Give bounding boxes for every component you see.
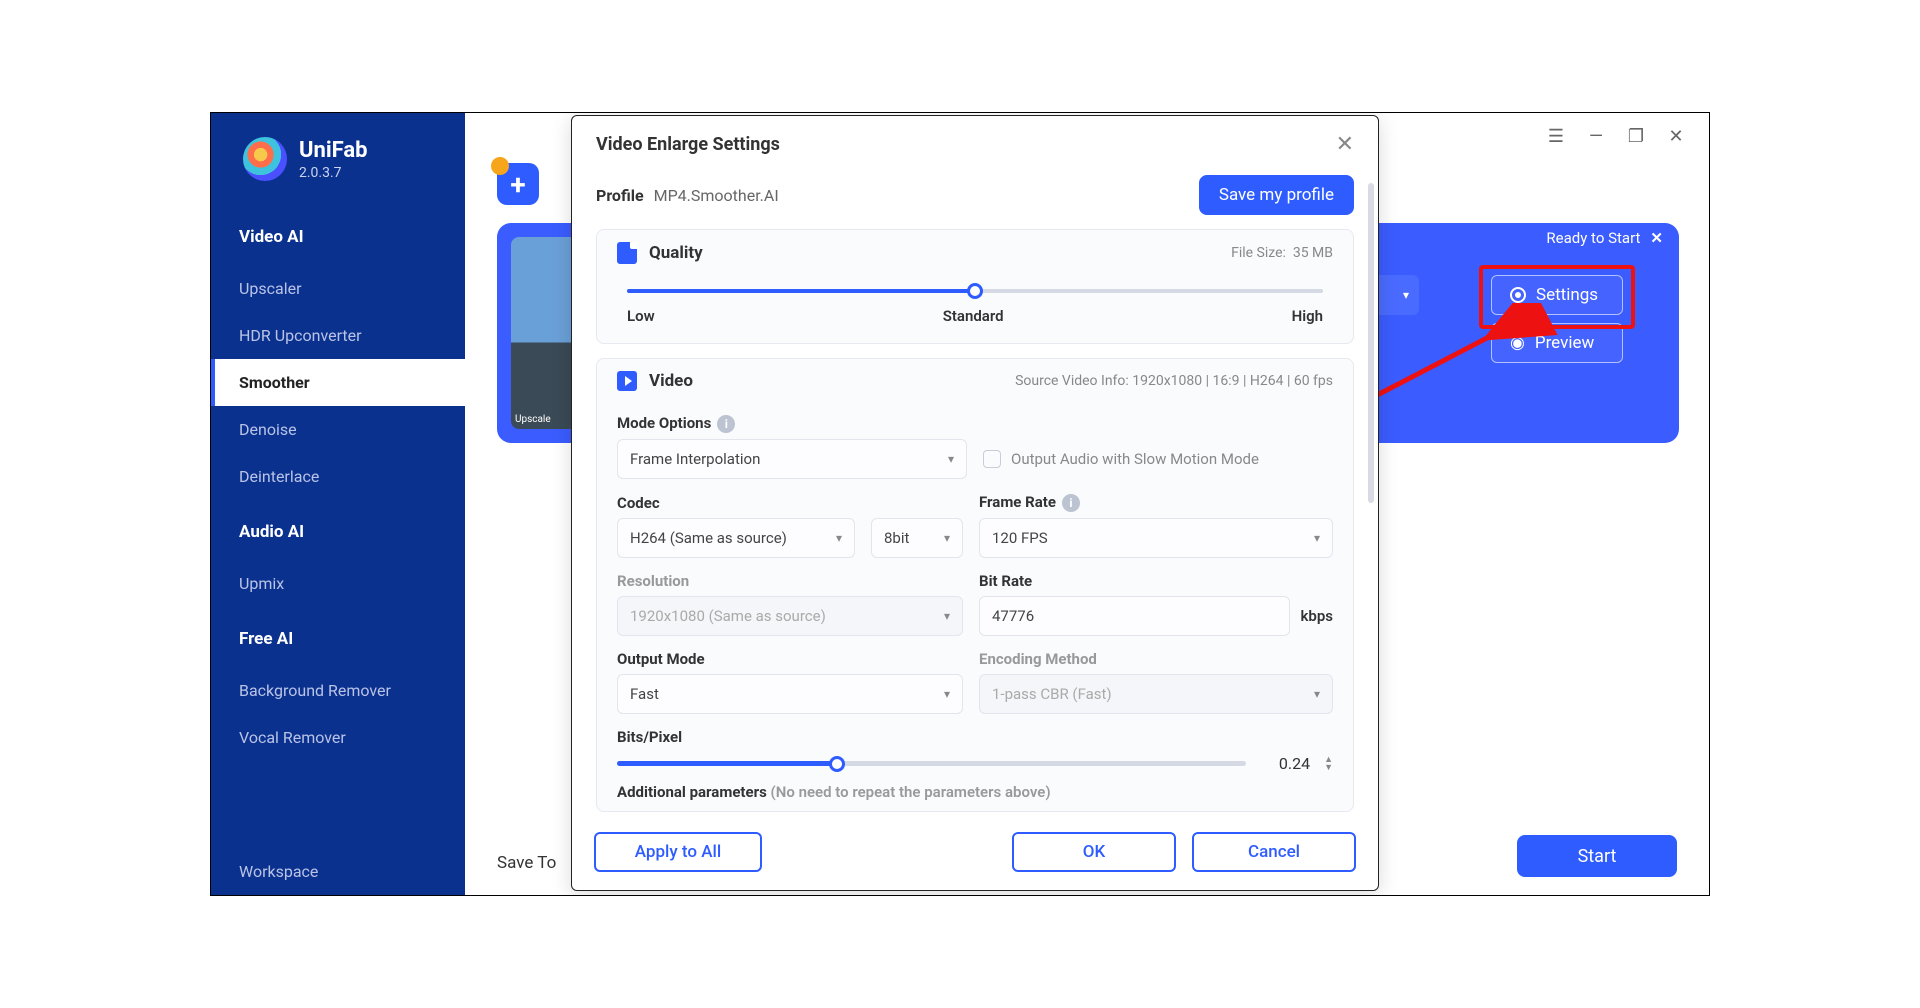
info-icon[interactable]: i [1062,494,1080,512]
thumb-caption: Upscale [515,414,551,425]
profile-label: Profile [596,186,644,205]
nav-background-remover[interactable]: Background Remover [211,667,465,714]
brand: UniFab 2.0.3.7 [211,137,465,205]
nav-section-free-ai: Free AI [211,607,465,667]
settings-label: Settings [1536,285,1598,305]
resolution-value: 1920x1080 (Same as source) [630,607,826,625]
mode-select[interactable]: Frame Interpolation [617,439,967,479]
bitrate-unit: kbps [1300,607,1333,625]
quality-title: Quality [649,243,703,263]
brand-version: 2.0.3.7 [299,165,368,181]
output-audio-label: Output Audio with Slow Motion Mode [1011,450,1259,468]
output-mode-select[interactable]: Fast [617,674,963,714]
bpp-stepper[interactable]: ▲▼ [1324,756,1333,772]
output-mode-label: Output Mode [617,650,963,668]
mode-options-label: Mode Optionsi [617,414,967,433]
framerate-label: Frame Ratei [979,493,1333,512]
video-title: Video [649,371,693,391]
panel-close-icon[interactable]: ✕ [1650,229,1663,247]
gear-icon [1510,287,1526,303]
bitrate-label: Bit Rate [979,572,1333,590]
bitdepth-value: 8bit [884,529,909,547]
brand-name: UniFab [299,138,368,163]
nav-smoother[interactable]: Smoother [211,359,465,406]
resolution-label: Resolution [617,572,963,590]
encoding-value: 1-pass CBR (Fast) [992,685,1112,703]
settings-modal: Video Enlarge Settings ✕ Profile MP4.Smo… [571,115,1379,891]
settings-button[interactable]: Settings [1491,275,1623,315]
bpp-value: 0.24 [1260,754,1310,773]
modal-close-icon[interactable]: ✕ [1336,132,1354,157]
bpp-label: Bits/Pixel [617,728,1333,746]
encoding-method-label: Encoding Method [979,650,1333,668]
brand-logo-icon [243,137,287,181]
app-window: UniFab 2.0.3.7 Video AI Upscaler HDR Upc… [210,112,1710,896]
nav-upmix[interactable]: Upmix [211,560,465,607]
start-button[interactable]: Start [1517,835,1677,877]
video-section: Video Source Video Info: 1920x1080 | 16:… [596,358,1354,812]
nav-vocal-remover[interactable]: Vocal Remover [211,714,465,761]
preview-button[interactable]: ◉ Preview [1491,323,1623,363]
cancel-button[interactable]: Cancel [1192,832,1356,872]
encoding-method-select: 1-pass CBR (Fast) [979,674,1333,714]
close-window-icon[interactable]: ✕ [1667,127,1685,145]
info-icon[interactable]: i [717,415,735,433]
add-file-button[interactable]: + [497,163,539,205]
sidebar: UniFab 2.0.3.7 Video AI Upscaler HDR Upc… [211,113,465,895]
framerate-select[interactable]: 120 FPS [979,518,1333,558]
codec-value: H264 (Same as source) [630,529,787,547]
save-to-label: Save To [497,853,556,873]
nav-hdr-upconverter[interactable]: HDR Upconverter [211,312,465,359]
quality-standard: Standard [943,307,1004,325]
ready-status: Ready to Start [1546,229,1640,247]
nav-denoise[interactable]: Denoise [211,406,465,453]
bitdepth-select[interactable]: 8bit [871,518,963,558]
nav-section-video-ai: Video AI [211,205,465,265]
bitrate-value: 47776 [992,607,1034,625]
framerate-value: 120 FPS [992,529,1048,547]
play-icon [617,371,637,391]
bitrate-input[interactable]: 47776 [979,596,1290,636]
quality-slider[interactable] [627,289,1323,293]
minimize-icon[interactable]: — [1587,127,1605,145]
codec-label: Codec [617,494,855,512]
additional-params: Additional parameters (No need to repeat… [597,783,1353,811]
preview-label: Preview [1535,333,1594,353]
profile-value: MP4.Smoother.AI [654,186,779,205]
save-profile-button[interactable]: Save my profile [1199,175,1354,215]
output-mode-value: Fast [630,685,659,703]
nav-deinterlace[interactable]: Deinterlace [211,453,465,500]
nav-upscaler[interactable]: Upscaler [211,265,465,312]
file-icon [617,242,637,264]
ok-button[interactable]: OK [1012,832,1176,872]
output-audio-checkbox[interactable] [983,450,1001,468]
quality-slider-thumb[interactable] [967,283,983,299]
quality-low: Low [627,307,655,325]
titlebar: ☰ — ❐ ✕ [1523,113,1709,159]
nav-section-audio-ai: Audio AI [211,500,465,560]
nav-workspace[interactable]: Workspace [211,848,465,895]
mode-value: Frame Interpolation [630,450,760,468]
apply-to-all-button[interactable]: Apply to All [594,832,762,872]
filesize-label: File Size: [1231,245,1286,261]
codec-select[interactable]: H264 (Same as source) [617,518,855,558]
eye-icon: ◉ [1510,333,1525,353]
source-video-info: Source Video Info: 1920x1080 | 16:9 | H2… [1015,373,1333,389]
scrollbar[interactable] [1368,183,1374,503]
modal-title: Video Enlarge Settings [596,134,780,155]
menu-icon[interactable]: ☰ [1547,127,1565,145]
quality-high: High [1292,307,1323,325]
quality-section: Quality File Size: 35 MB Low Standard Hi… [596,229,1354,344]
maximize-icon[interactable]: ❐ [1627,127,1645,145]
bpp-slider-thumb[interactable] [829,756,845,772]
resolution-select: 1920x1080 (Same as source) [617,596,963,636]
filesize-value: 35 MB [1293,245,1333,261]
bpp-slider[interactable] [617,761,1246,766]
